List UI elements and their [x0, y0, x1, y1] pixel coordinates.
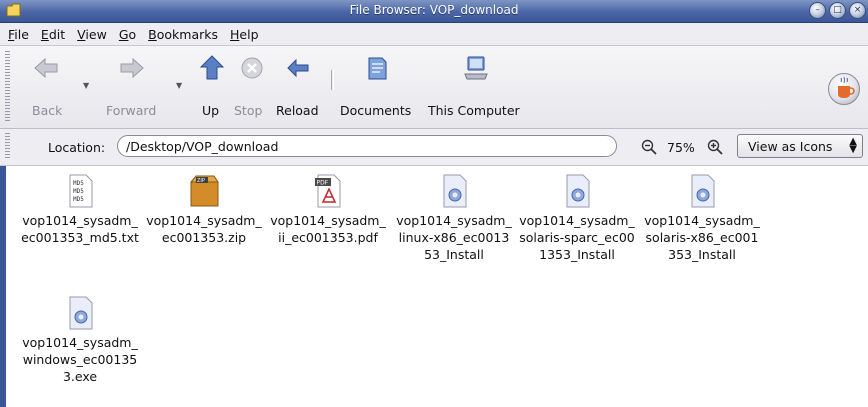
window-left-border [0, 166, 6, 407]
menu-edit[interactable]: Edit [35, 27, 71, 42]
executable-file-icon [69, 296, 93, 330]
stop-label: Stop [234, 103, 263, 118]
zoom-in-icon[interactable] [706, 138, 724, 156]
toolbar-separator [331, 70, 334, 90]
location-input[interactable] [117, 135, 617, 157]
menu-file[interactable]: File [0, 27, 35, 42]
svg-text:MD5: MD5 [73, 180, 84, 187]
file-name: vop1014_sysadm_ii_ec001353.pdf [270, 213, 386, 245]
menu-help[interactable]: Help [224, 27, 265, 42]
menu-bar: File Edit View Go Bookmarks Help [0, 23, 868, 46]
documents-button[interactable]: Documents [338, 46, 420, 128]
file-item[interactable]: vop1014_sysadm_solaris-x86_ec001353_Inst… [643, 174, 761, 263]
menu-help-label: elp [239, 26, 259, 42]
zoom-out-icon[interactable] [640, 138, 658, 156]
view-as-select[interactable]: View as Icons ▲ ▼ [737, 134, 863, 158]
back-button[interactable]: Back [24, 46, 74, 128]
menu-edit-mnemonic: E [40, 26, 49, 42]
forward-label: Forward [106, 103, 157, 118]
text-file-icon: MD5 MD5 MD5 [69, 174, 93, 208]
up-button[interactable]: Up [195, 46, 227, 128]
file-item[interactable]: vop1014_sysadm_linux-x86_ec001353_Instal… [395, 174, 513, 263]
file-item[interactable]: PDF vop1014_sysadm_ii_ec001353.pdf [269, 174, 387, 246]
file-name: vop1014_sysadm_ec001353.zip [146, 213, 262, 245]
this-computer-button[interactable]: This Computer [426, 46, 526, 128]
minimize-icon[interactable]: – [809, 2, 826, 19]
stop-icon [241, 57, 263, 79]
title-bar[interactable]: File Browser: VOP_download – □ × [0, 0, 868, 23]
close-icon[interactable]: × [849, 2, 866, 19]
file-name: vop1014_sysadm_windows_ec001353.exe [22, 335, 138, 384]
zip-archive-icon: ZIP [189, 175, 219, 207]
maximize-icon[interactable]: □ [829, 2, 846, 19]
menu-bookmarks-label: ookmarks [156, 26, 218, 42]
menu-edit-label: dit [48, 26, 66, 42]
file-name: vop1014_sysadm_linux-x86_ec001353_Instal… [396, 213, 512, 262]
executable-file-icon [691, 174, 715, 208]
executable-file-icon [566, 174, 590, 208]
pdf-file-icon: PDF [315, 174, 341, 208]
svg-text:MD5: MD5 [73, 196, 84, 203]
reload-icon [287, 58, 309, 78]
back-label: Back [32, 103, 63, 118]
file-name: vop1014_sysadm_ec001353_md5.txt [21, 213, 139, 245]
zoom-level[interactable]: 75% [667, 140, 695, 155]
file-item[interactable]: MD5 MD5 MD5 vop1014_sysadm_ec001353_md5.… [21, 174, 139, 246]
file-name: vop1014_sysadm_solaris-x86_ec001353_Inst… [644, 213, 760, 262]
location-bar-grip[interactable] [5, 133, 10, 159]
back-history-dropdown-icon[interactable]: ▼ [83, 81, 89, 90]
reload-label: Reload [276, 103, 319, 118]
menu-view[interactable]: View [71, 27, 113, 42]
toolbar-grip[interactable] [5, 51, 10, 121]
up-label: Up [202, 103, 220, 118]
view-as-value: View as Icons [748, 138, 833, 154]
location-label: Location: [48, 140, 106, 155]
file-item[interactable]: vop1014_sysadm_windows_ec001353.exe [21, 296, 139, 385]
stop-button[interactable]: Stop [232, 46, 268, 128]
toolbar: Back ▼ Forward ▼ Up Stop Reload Document… [0, 46, 868, 129]
menu-go[interactable]: Go [113, 27, 142, 42]
forward-button[interactable]: Forward [100, 46, 166, 128]
menu-go-mnemonic: G [118, 26, 129, 42]
select-spinner-icon: ▲ ▼ [849, 136, 857, 155]
menu-file-label: ile [14, 26, 29, 42]
svg-text:PDF: PDF [317, 180, 329, 187]
menu-go-label: o [128, 26, 137, 42]
up-arrow-icon [199, 55, 225, 80]
forward-arrow-icon [120, 57, 144, 79]
menu-view-label: iew [85, 26, 107, 42]
executable-file-icon [443, 174, 467, 208]
file-item[interactable]: vop1014_sysadm_solaris-sparc_ec001353_In… [518, 174, 636, 263]
menu-bookmarks[interactable]: Bookmarks [142, 27, 224, 42]
svg-text:MD5: MD5 [73, 188, 84, 195]
window-title: File Browser: VOP_download [349, 3, 519, 17]
documents-label: Documents [340, 103, 412, 118]
forward-history-dropdown-icon[interactable]: ▼ [176, 81, 182, 90]
location-bar: Location: 75% View as Icons ▲▼ [0, 129, 868, 166]
svg-text:ZIP: ZIP [197, 178, 205, 184]
file-item[interactable]: ZIP vop1014_sysadm_ec001353.zip [145, 174, 263, 246]
back-arrow-icon [34, 57, 58, 79]
menu-help-mnemonic: H [230, 26, 240, 42]
file-name: vop1014_sysadm_solaris-sparc_ec001353_In… [519, 213, 635, 262]
documents-folder-icon [368, 57, 387, 80]
throbber-icon [828, 73, 860, 105]
reload-button[interactable]: Reload [272, 46, 324, 128]
computer-icon [464, 56, 488, 80]
this-computer-label: This Computer [428, 103, 520, 118]
menu-bookmarks-mnemonic: B [148, 26, 157, 42]
